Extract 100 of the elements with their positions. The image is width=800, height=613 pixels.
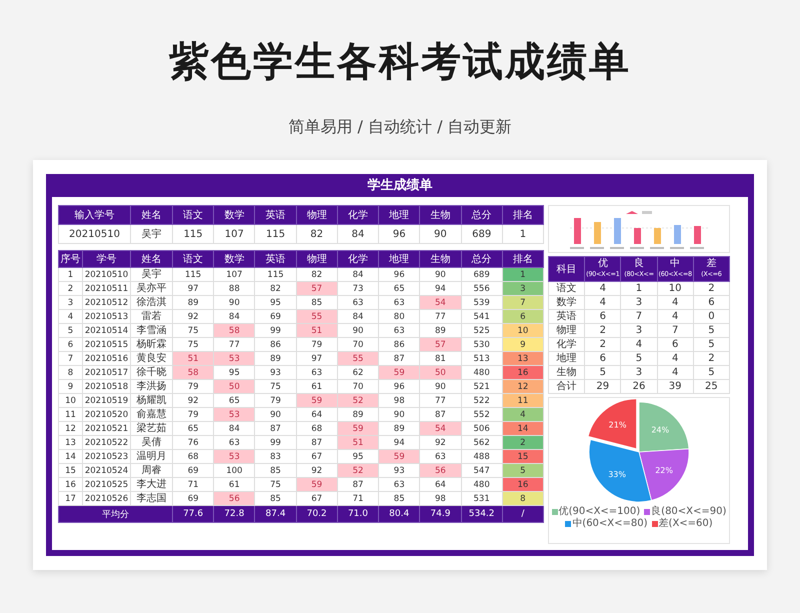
table-cell: 90 xyxy=(378,408,420,422)
table-cell: 生物 xyxy=(548,366,585,380)
header-cell: 数学 xyxy=(214,206,255,224)
footer-cell: 74.9 xyxy=(420,506,462,522)
header-cell: 物理 xyxy=(296,250,338,268)
rank-cell: 16 xyxy=(502,478,544,492)
table-cell: 5 xyxy=(693,324,730,338)
table-cell: 97 xyxy=(296,352,338,366)
table-cell: 7 xyxy=(657,324,694,338)
table-cell: 92 xyxy=(172,394,214,408)
table-cell: 84 xyxy=(214,422,255,436)
header-cell: 总分 xyxy=(461,250,502,268)
table-cell: 69 xyxy=(172,464,214,478)
table-cell: 521 xyxy=(461,380,502,394)
table-cell: 6 xyxy=(58,338,82,352)
table-cell: 4 xyxy=(584,296,621,310)
table-cell: 李雪涵 xyxy=(130,324,172,338)
table-cell: 99 xyxy=(254,324,296,338)
table-cell: 2 xyxy=(693,352,730,366)
table-cell: 10 xyxy=(58,394,82,408)
table-cell: 20210523 xyxy=(82,450,130,464)
pie-slice xyxy=(638,448,690,501)
table-cell: 689 xyxy=(461,268,502,282)
table-cell: 89 xyxy=(172,296,214,310)
header-cell: 英语 xyxy=(254,206,296,224)
table-cell: 115 xyxy=(254,268,296,282)
table-cell: 化学 xyxy=(548,338,585,352)
table-cell: 4 xyxy=(657,352,694,366)
rank-cell: 2 xyxy=(502,436,544,450)
legend-item: 中(60<X<=80) xyxy=(565,518,648,530)
table-cell: 3 xyxy=(58,296,82,310)
table-cell: 90 xyxy=(420,268,462,282)
table-cell: 55 xyxy=(337,352,379,366)
rank-cell: 9 xyxy=(502,338,544,352)
table-cell: 53 xyxy=(214,352,255,366)
table-cell: 2 xyxy=(584,338,621,352)
table-cell: 88 xyxy=(214,282,255,296)
header-cell: 序号 xyxy=(58,250,82,268)
grade-label: 优 xyxy=(598,258,608,269)
table-cell: 2 xyxy=(58,282,82,296)
table-cell: 雷若 xyxy=(130,310,172,324)
table-cell: 2 xyxy=(584,324,621,338)
footer-cell: 534.2 xyxy=(461,506,502,522)
table-cell: 5 xyxy=(58,324,82,338)
table-cell: 20210521 xyxy=(82,422,130,436)
table-cell: 李大进 xyxy=(130,478,172,492)
table-cell: 20210518 xyxy=(82,380,130,394)
footer-cell: 87.4 xyxy=(254,506,296,522)
grade-label: 差 xyxy=(706,258,716,269)
table-cell: 90 xyxy=(214,296,255,310)
table-cell: 26 xyxy=(620,380,658,394)
header-cell: 科目 xyxy=(548,256,585,282)
rank-cell: 3 xyxy=(502,282,544,296)
table-cell: 周睿 xyxy=(130,464,172,478)
table-cell: 11 xyxy=(58,408,82,422)
table-cell: 20210524 xyxy=(82,464,130,478)
footer-cell: 77.6 xyxy=(172,506,214,522)
table-cell: 115 xyxy=(172,224,214,244)
table-cell: 107 xyxy=(214,224,255,244)
table-cell: 6 xyxy=(657,338,694,352)
table-cell: 20210516 xyxy=(82,352,130,366)
table-cell: 29 xyxy=(584,380,621,394)
table-cell: 59 xyxy=(296,394,338,408)
table-cell: 87 xyxy=(337,478,379,492)
student-id-input[interactable]: 20210510 xyxy=(58,224,130,244)
table-cell: 20210513 xyxy=(82,310,130,324)
table-cell: 20210512 xyxy=(82,296,130,310)
table-cell: 5 xyxy=(693,366,730,380)
table-cell: 3 xyxy=(620,324,658,338)
rank-cell: 11 xyxy=(502,394,544,408)
table-cell: 13 xyxy=(58,436,82,450)
table-cell: 4 xyxy=(657,310,694,324)
table-cell: 59 xyxy=(296,478,338,492)
table-cell: 87 xyxy=(296,436,338,450)
table-cell: 480 xyxy=(461,478,502,492)
table-cell: 80 xyxy=(378,310,420,324)
table-cell: 53 xyxy=(214,450,255,464)
table-cell: 6 xyxy=(584,310,621,324)
pie-slice xyxy=(638,402,690,452)
table-cell: 90 xyxy=(337,324,379,338)
table-cell: 95 xyxy=(254,296,296,310)
table-cell: 115 xyxy=(172,268,214,282)
rank-cell: 5 xyxy=(502,464,544,478)
table-cell: 59 xyxy=(378,450,420,464)
header-cell: 排名 xyxy=(502,250,544,268)
table-cell: 541 xyxy=(461,310,502,324)
pie-slice xyxy=(588,439,652,502)
table-cell: 3 xyxy=(620,296,658,310)
header-cell: 排名 xyxy=(502,206,544,224)
table-cell: 3 xyxy=(620,366,658,380)
table-cell: 7 xyxy=(58,352,82,366)
header-cell: 化学 xyxy=(337,206,379,224)
slice-label: 21% xyxy=(608,420,626,430)
table-cell: 83 xyxy=(254,450,296,464)
table-cell: 99 xyxy=(254,436,296,450)
table-cell: 数学 xyxy=(548,296,585,310)
table-cell: 87 xyxy=(254,422,296,436)
table-cell: 50 xyxy=(214,380,255,394)
rank-cell: 4 xyxy=(502,408,544,422)
header-cell: 总分 xyxy=(461,206,502,224)
